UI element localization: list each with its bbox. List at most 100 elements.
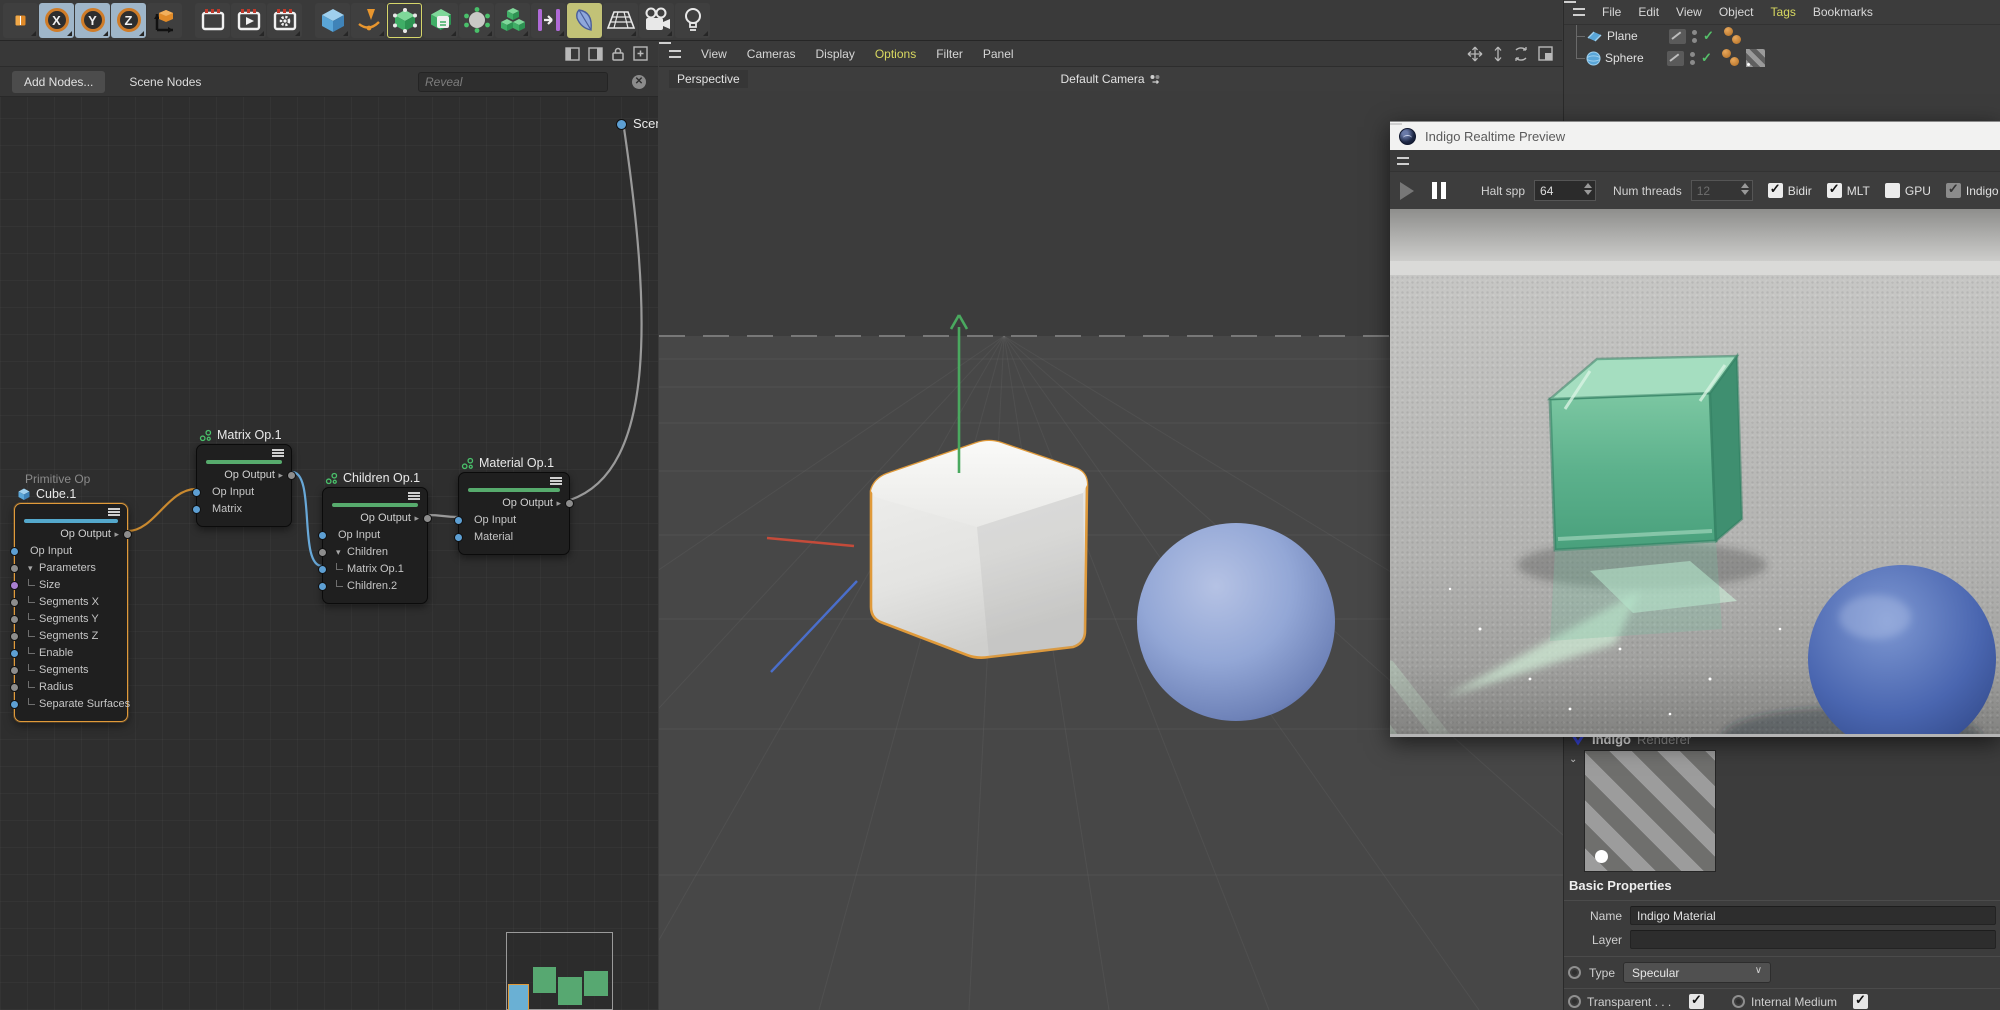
material-layer-input[interactable] (1630, 930, 1996, 949)
node-row[interactable]: Radius (15, 679, 127, 696)
subdivision-tool-icon[interactable] (567, 3, 602, 38)
node-row[interactable]: Children (323, 544, 427, 561)
node-row[interactable]: Parameters (15, 560, 127, 577)
node-row[interactable]: Op Input (459, 512, 569, 529)
indigo-tags-icon[interactable] (1724, 27, 1744, 45)
menu-tags[interactable]: Tags (1771, 5, 1796, 19)
add-nodes-button[interactable]: Add Nodes... (12, 71, 105, 93)
node-row[interactable]: Matrix Op.1 (323, 561, 427, 578)
camera-label[interactable]: Default Camera (1060, 72, 1161, 86)
spinner-arrows-icon[interactable] (1584, 183, 1592, 195)
node-row[interactable]: Op Input (323, 527, 427, 544)
node-row[interactable]: Size (15, 577, 127, 594)
output-port[interactable] (123, 530, 132, 539)
node-matrix-op1[interactable]: Matrix Op.1 Op Output Op Input Matrix (196, 444, 292, 527)
object-row-plane[interactable]: Plane ✓ (1564, 25, 2000, 47)
output-port[interactable] (287, 471, 296, 480)
menu-file[interactable]: File (1602, 5, 1621, 19)
node-row[interactable]: Segments Z (15, 628, 127, 645)
indigo-tags-icon[interactable] (1722, 49, 1742, 67)
object-name[interactable]: Plane (1607, 29, 1665, 43)
lock-y-axis-icon[interactable]: Y (75, 3, 110, 38)
object-manager-menu-icon[interactable] (1573, 8, 1585, 16)
node-output-row[interactable]: Op Output (197, 467, 291, 484)
menu-options[interactable]: Options (875, 47, 916, 61)
array-object-icon[interactable] (495, 3, 530, 38)
node-row[interactable]: Segments X (15, 594, 127, 611)
scene-output-port[interactable] (616, 119, 627, 130)
animate-dot-icon[interactable] (1568, 966, 1581, 979)
bidir-option[interactable]: Bidir (1768, 183, 1812, 198)
menu-panel[interactable]: Panel (983, 47, 1014, 61)
visibility-dots-icon[interactable] (1690, 52, 1695, 65)
node-menu-icon[interactable] (550, 477, 562, 485)
output-port[interactable] (423, 514, 432, 523)
projection-label[interactable]: Perspective (669, 70, 748, 88)
node-row[interactable]: Matrix (197, 501, 291, 518)
node-menu-icon[interactable] (272, 449, 284, 457)
indigo-menu-icon[interactable] (1397, 157, 1409, 165)
tab-scene-nodes[interactable]: Scene Nodes (129, 75, 201, 89)
edit-toggle-icon[interactable] (1667, 51, 1684, 66)
node-row[interactable]: Enable (15, 645, 127, 662)
enable-check-icon[interactable]: ✓ (1703, 28, 1714, 44)
menu-filter[interactable]: Filter (936, 47, 963, 61)
toggle-view-icon[interactable] (1538, 46, 1553, 61)
node-output-row[interactable]: Op Output (323, 510, 427, 527)
node-menu-icon[interactable] (108, 508, 120, 516)
object-name[interactable]: Sphere (1605, 51, 1663, 65)
node-search-input[interactable] (418, 72, 608, 92)
split-view-right-icon[interactable] (588, 47, 603, 61)
dolly-view-icon[interactable] (1492, 46, 1504, 62)
node-row[interactable]: Segments (15, 662, 127, 679)
object-row-sphere[interactable]: Sphere ✓ (1564, 47, 2000, 69)
node-row[interactable]: Separate Surfaces (15, 696, 127, 713)
animate-dot-icon[interactable] (1568, 995, 1581, 1008)
node-row[interactable]: Op Input (197, 484, 291, 501)
expand-chevron-icon[interactable]: ⌄ (1569, 754, 1577, 765)
menu-bookmarks[interactable]: Bookmarks (1813, 5, 1873, 19)
node-children-op1[interactable]: Children Op.1 Op Output Op Input Childre… (322, 487, 428, 604)
clear-search-icon[interactable]: ✕ (632, 75, 646, 89)
scene-nodes-capsule-icon[interactable] (387, 3, 422, 38)
lock-icon[interactable] (611, 46, 625, 61)
material-name-input[interactable] (1630, 906, 1996, 925)
render-view-icon[interactable] (195, 3, 230, 38)
visibility-dots-icon[interactable] (1692, 30, 1697, 43)
output-port[interactable] (565, 499, 574, 508)
instance-object-icon[interactable] (423, 3, 458, 38)
menu-view[interactable]: View (701, 47, 727, 61)
node-graph-canvas[interactable]: Scene Primitive Op Cube.1 Op Output Op I… (0, 97, 658, 1010)
lock-x-axis-icon[interactable]: X (39, 3, 74, 38)
animate-dot-icon[interactable] (1732, 995, 1745, 1008)
coordinate-system-icon[interactable] (147, 3, 182, 38)
indigo-subdiv-option[interactable]: Indigo Subdiv (1946, 183, 2000, 198)
edit-render-settings-icon[interactable] (267, 3, 302, 38)
menu-edit[interactable]: Edit (1638, 5, 1659, 19)
transparent-checkbox[interactable] (1689, 994, 1704, 1009)
spline-pen-icon[interactable] (351, 3, 386, 38)
enable-check-icon[interactable]: ✓ (1701, 50, 1712, 66)
halt-spp-input[interactable] (1534, 180, 1596, 201)
node-material-op1[interactable]: Material Op.1 Op Output Op Input Materia… (458, 472, 570, 555)
light-object-icon[interactable] (675, 3, 710, 38)
node-row[interactable]: Children.2 (323, 578, 427, 595)
lock-z-axis-icon[interactable]: Z (111, 3, 146, 38)
type-dropdown[interactable]: Specular (1623, 962, 1771, 983)
new-panel-icon[interactable] (633, 46, 648, 61)
internal-medium-checkbox[interactable] (1853, 994, 1868, 1009)
node-menu-icon[interactable] (408, 492, 420, 500)
menu-object[interactable]: Object (1719, 5, 1754, 19)
mlt-option[interactable]: MLT (1827, 183, 1870, 198)
material-tag-icon[interactable] (1746, 49, 1765, 67)
node-output-row[interactable]: Op Output (459, 495, 569, 512)
material-preview-swatch[interactable] (1584, 750, 1716, 872)
rotate-view-icon[interactable] (1513, 46, 1529, 62)
bidir-checkbox[interactable] (1768, 183, 1783, 198)
camera-object-icon[interactable] (639, 3, 674, 38)
viewport-menu-icon[interactable] (669, 50, 681, 58)
make-editable-icon[interactable] (3, 3, 38, 38)
node-graph-minimap[interactable] (506, 932, 613, 1010)
node-row[interactable]: Op Input (15, 543, 127, 560)
gpu-checkbox[interactable] (1885, 183, 1900, 198)
